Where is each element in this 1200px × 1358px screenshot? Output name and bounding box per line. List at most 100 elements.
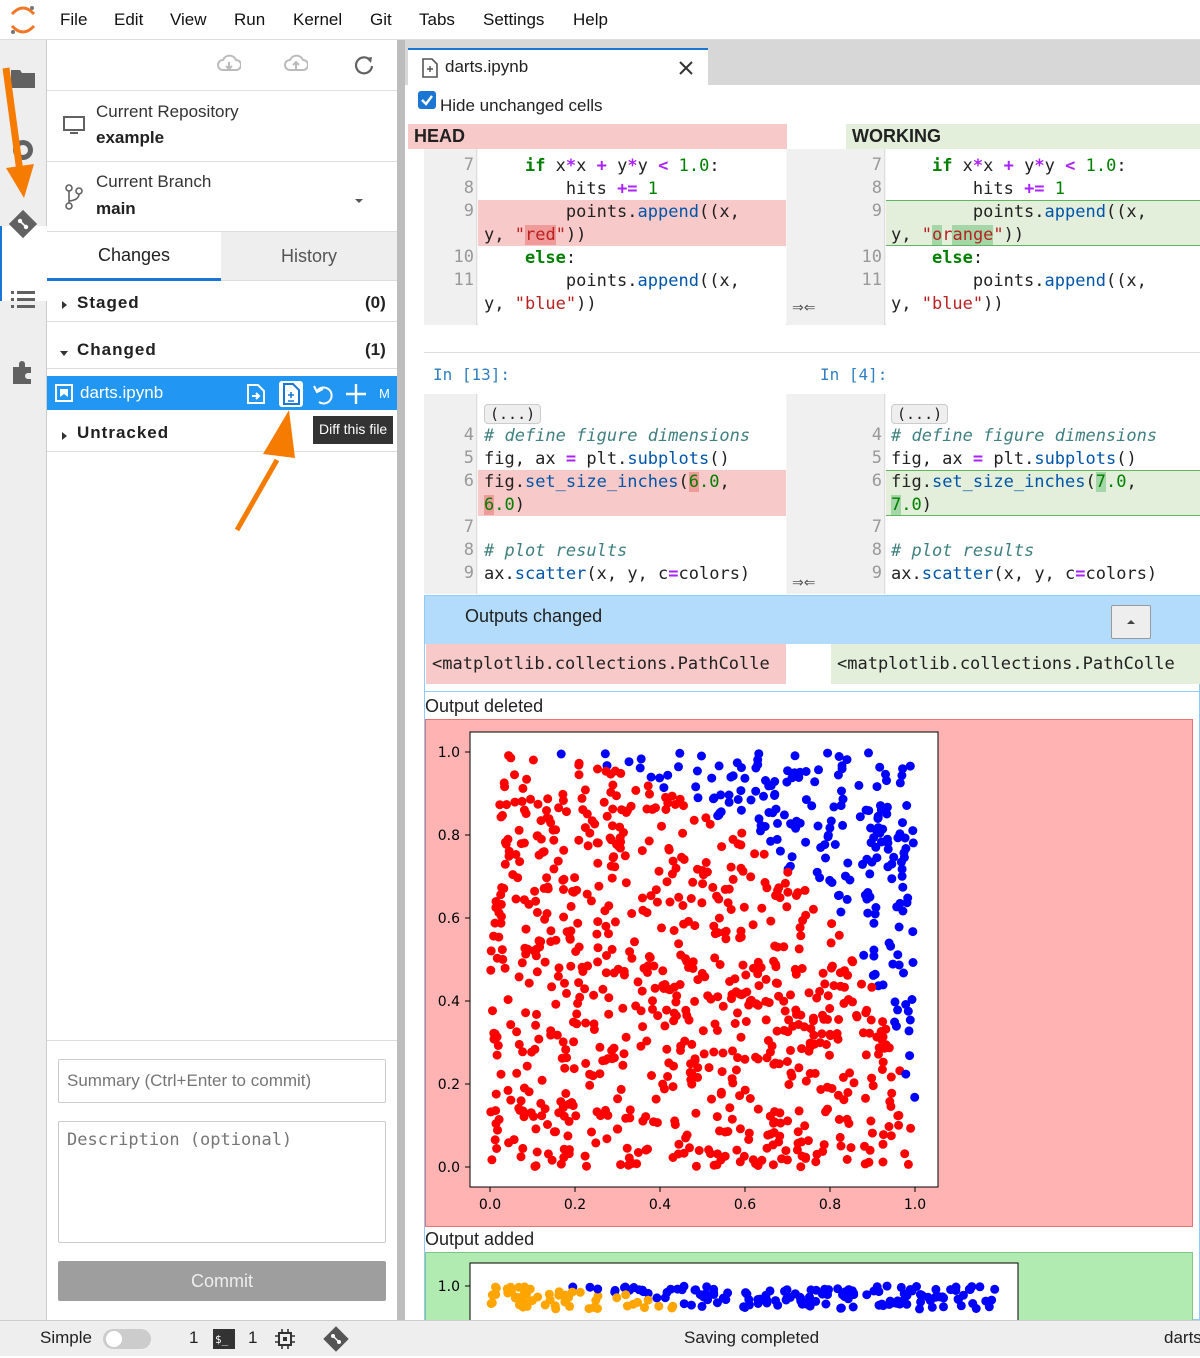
collapsed-lines-button[interactable]: (...)	[484, 404, 542, 424]
scatter-point	[876, 805, 886, 815]
push-icon[interactable]	[284, 54, 309, 81]
scatter-point	[835, 1132, 845, 1142]
scatter-point	[886, 1072, 896, 1082]
scatter-point	[511, 894, 521, 904]
scatter-point	[794, 1106, 804, 1116]
scatter-point	[733, 795, 743, 804]
scatter-point	[518, 1143, 528, 1153]
hide-unchanged-checkbox[interactable]	[418, 91, 436, 109]
scatter-point	[886, 1131, 896, 1141]
scatter-point	[779, 1025, 789, 1035]
tab-history[interactable]: History	[221, 232, 397, 281]
staged-section-header[interactable]: Staged (0)	[47, 281, 397, 322]
scatter-point	[840, 966, 849, 976]
scatter-point	[585, 1282, 595, 1292]
scatter-point	[761, 1015, 771, 1025]
scatter-point	[559, 845, 569, 855]
scatter-point	[796, 1162, 806, 1172]
scatter-point	[715, 960, 725, 969]
tab-darts-diff[interactable]: darts.ipynb	[408, 48, 708, 85]
scatter-point	[717, 1067, 727, 1077]
tab-bar: darts.ipynb	[405, 40, 1200, 85]
scatter-point	[652, 1118, 662, 1128]
scatter-point	[701, 858, 711, 867]
tab-changes[interactable]: Changes	[47, 232, 221, 281]
y-tick-label: 1.0	[438, 1279, 460, 1295]
scatter-point	[651, 1094, 661, 1104]
git-status-icon[interactable]	[322, 1325, 350, 1358]
scatter-point	[801, 910, 811, 920]
scatter-point	[735, 989, 744, 999]
commit-description-input[interactable]	[58, 1121, 386, 1243]
merge-arrows-icon: ⇒⇐	[792, 574, 816, 590]
panel-splitter[interactable]	[397, 40, 405, 1320]
scatter-point	[753, 1054, 763, 1064]
menu-git[interactable]: Git	[370, 10, 392, 30]
scatter-point	[637, 1285, 647, 1295]
close-icon[interactable]	[678, 60, 694, 81]
current-repository[interactable]: Current Repository example	[47, 91, 397, 162]
commit-summary-input[interactable]	[58, 1059, 386, 1103]
git-icon[interactable]	[7, 208, 39, 240]
scatter-point	[893, 1298, 902, 1308]
scatter-point	[644, 952, 654, 961]
scatter-point	[630, 937, 639, 947]
scatter-point	[863, 888, 873, 897]
scatter-point	[564, 1149, 574, 1159]
scatter-point	[604, 929, 613, 939]
scatter-point	[486, 1107, 496, 1117]
menu-view[interactable]: View	[170, 10, 207, 30]
caret-down-icon[interactable]	[353, 192, 365, 210]
changed-section-header[interactable]: Changed (1)	[47, 328, 397, 369]
line-number: 9	[463, 563, 474, 583]
menu-tabs[interactable]: Tabs	[419, 10, 455, 30]
scatter-point	[641, 1145, 651, 1155]
scatter-point	[735, 1091, 745, 1101]
scatter-point	[519, 1112, 529, 1122]
line-number: 8	[871, 178, 882, 198]
scatter-point	[532, 1009, 541, 1019]
scatter-point	[681, 954, 690, 964]
discard-icon[interactable]	[312, 383, 334, 410]
scatter-point	[819, 1014, 829, 1024]
scatter-point	[764, 998, 774, 1008]
diff-toolbar: Hide unchanged cells	[405, 85, 1200, 125]
commit-button[interactable]: Commit	[58, 1261, 386, 1301]
scatter-point	[846, 1143, 856, 1153]
table-of-contents-icon[interactable]	[7, 283, 39, 315]
menu-kernel[interactable]: Kernel	[293, 10, 342, 30]
scatter-point	[793, 1127, 803, 1137]
simple-mode-toggle[interactable]	[103, 1329, 151, 1349]
scatter-point	[660, 1293, 670, 1303]
current-branch[interactable]: Current Branch main	[47, 162, 397, 232]
scatter-point	[521, 949, 531, 959]
scatter-point	[818, 1146, 828, 1156]
scatter-point	[827, 961, 837, 971]
scatter-point	[619, 1049, 629, 1059]
scatter-point	[908, 927, 918, 937]
scatter-point	[595, 1042, 605, 1052]
scatter-point	[744, 1295, 754, 1305]
menu-run[interactable]: Run	[234, 10, 265, 30]
scatter-point	[759, 849, 769, 859]
scatter-point	[771, 978, 781, 988]
refresh-icon[interactable]	[353, 54, 375, 81]
kernel-count[interactable]: 1	[189, 1328, 198, 1348]
extension-icon[interactable]	[7, 356, 39, 388]
menu-file[interactable]: File	[60, 10, 87, 30]
stage-icon[interactable]	[345, 383, 367, 410]
scatter-point	[905, 1051, 915, 1061]
scatter-point	[886, 1101, 896, 1111]
terminal-count[interactable]: 1	[248, 1328, 257, 1348]
scatter-point	[836, 801, 846, 811]
collapsed-lines-button[interactable]: (...)	[891, 404, 949, 424]
changed-file-row[interactable]: darts.ipynb M	[47, 376, 397, 410]
scatter-point	[990, 1284, 1000, 1294]
scatter-point	[728, 874, 738, 884]
pull-icon[interactable]	[217, 54, 242, 81]
menu-edit[interactable]: Edit	[114, 10, 143, 30]
collapse-button[interactable]	[1111, 605, 1151, 639]
scatter-point	[521, 924, 531, 934]
menu-settings[interactable]: Settings	[483, 10, 544, 30]
menu-help[interactable]: Help	[573, 10, 608, 30]
